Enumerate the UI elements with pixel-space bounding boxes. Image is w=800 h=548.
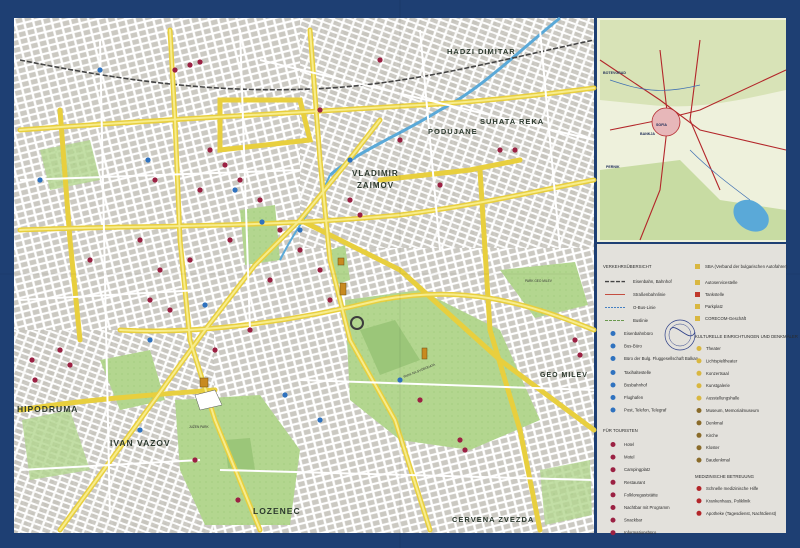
- legend-blue-dot-icon: [610, 370, 616, 375]
- legend-red-dot-icon: [610, 492, 616, 498]
- legend-service-icon: [695, 292, 700, 297]
- park-geo-milev-label: PARK GEO MILEV: [525, 279, 553, 283]
- legend-heading-culture: KULTURELLE EINRICHTUNGEN UND DENKMÄLER: [695, 334, 798, 339]
- district-ivan-vazov: IVAN VAZOV: [110, 438, 171, 448]
- inset-label-botevgrad: BOTEVGRAD: [603, 71, 626, 75]
- legend-blue-dot-icon: [610, 356, 616, 361]
- legend-culture-icon: [696, 346, 702, 351]
- legend-heading-traffic: VERKEHRSÜBERSICHT: [603, 264, 652, 269]
- legend-heading-tourist: FÜR TOURISTEN: [603, 428, 638, 433]
- inset-label-bankja: BANKJA: [640, 132, 655, 136]
- legend-item-traffic: Post, Telefon, Telegraf: [624, 408, 667, 413]
- legend-item-culture: Denkmal: [706, 420, 723, 425]
- legend-culture-icon: [696, 358, 702, 364]
- legend-service-icon: [695, 264, 700, 269]
- legend-item-tourist: Nachtbar mit Programm: [624, 505, 670, 510]
- legend-red-dot-icon: [610, 517, 616, 523]
- legend-item-traffic: Bus-Büro: [624, 344, 643, 349]
- legend-service-icon: [695, 316, 700, 321]
- city-map: HADZI DIMITAR PODUJANE SUHATA REKA VLADI…: [14, 16, 597, 533]
- legend-item-service: SBA (Verband der bulgarischen Autofahrer…: [705, 264, 788, 269]
- legend-medical-icon: [696, 486, 702, 491]
- district-hipodruma: HIPODRUMA: [17, 404, 78, 414]
- legend-item-medical: Krankenhaus, Poliklinik: [706, 498, 751, 503]
- legend-item-traffic: Buslinie: [633, 318, 649, 323]
- legend-item-traffic: Eisenbahn, Bahnhof: [633, 279, 673, 284]
- district-geo-milev: GEO MILEV: [540, 372, 588, 379]
- district-podujane: PODUJANE: [428, 127, 478, 136]
- legend-red-dot-icon: [610, 454, 616, 460]
- legend-blue-dot-icon: [610, 343, 616, 349]
- legend-service-icon: [695, 280, 700, 285]
- legend-item-tourist: Informationsbüro: [624, 530, 657, 535]
- juzen-park-label: JUŽEN PARK: [189, 424, 209, 429]
- legend-culture-icon: [696, 383, 702, 389]
- district-lozenec: LOZENEC: [253, 506, 301, 516]
- legend-item-tourist: Snackbar: [624, 518, 643, 523]
- legend-culture-icon: [696, 408, 702, 413]
- legend-item-traffic: Eisenbahnbüro: [624, 331, 654, 336]
- legend-item-service: Parkplatz: [705, 304, 723, 309]
- legend-item-tourist: Hotel: [624, 442, 634, 447]
- legend-heading-medical: MEDIZINISCHE BETREUUNG: [695, 474, 755, 479]
- legend-item-culture: Museum, Memorialmuseum: [706, 408, 759, 413]
- legend-item-medical: Schnelle medizinische Hilfe: [706, 486, 759, 491]
- regional-inset-map: SOFIA BOTEVGRAD BANKJA PERNIK: [597, 18, 787, 242]
- legend-service-icon: [695, 304, 700, 309]
- legend-red-dot-icon: [610, 442, 616, 447]
- legend-item-traffic: Büro der Bulg. Fluggesellschaft Balkan: [624, 356, 699, 361]
- legend-blue-dot-icon: [610, 382, 616, 388]
- map-sheet: HADZI DIMITAR PODUJANE SUHATA REKA VLADI…: [0, 0, 800, 548]
- legend-blue-dot-icon: [610, 395, 616, 400]
- legend-item-tourist: Campingplatz: [624, 467, 650, 472]
- legend-panel: VERKEHRSÜBERSICHT Eisenbahn, Bahnhof Straß…: [597, 244, 798, 536]
- inset-label-sofia: SOFIA: [656, 123, 667, 127]
- legend-item-culture: Kloster: [706, 445, 720, 450]
- district-cervena-zvezda: CERVENA ZVEZDA: [452, 515, 534, 524]
- legend-item-service: CORECOM-Geschäft: [705, 316, 747, 321]
- legend-item-traffic: Flughafen: [624, 395, 644, 400]
- legend-item-culture: Kunstgalerie: [706, 383, 730, 388]
- legend-item-medical: Apotheke (Tagesdienst, Nachtdienst): [706, 511, 777, 516]
- legend-item-traffic: O-Bus-Linie: [633, 305, 656, 310]
- legend-red-dot-icon: [610, 467, 616, 473]
- legend-blue-dot-icon: [610, 331, 616, 336]
- legend-item-culture: Konzertsaal: [706, 371, 729, 376]
- legend-item-tourist: Restaurant: [624, 480, 646, 485]
- district-vladimir: VLADIMIR: [352, 169, 399, 178]
- legend-red-dot-icon: [610, 530, 616, 536]
- district-hadzi-dimitar: HADZI DIMITAR: [447, 47, 516, 56]
- inset-label-pernik: PERNIK: [606, 165, 620, 169]
- legend-item-traffic: Busbahnhof: [624, 383, 648, 388]
- legend-medical-icon: [696, 510, 702, 516]
- legend-culture-icon: [696, 420, 702, 426]
- legend-culture-icon: [696, 457, 702, 463]
- legend-medical-icon: [696, 498, 702, 504]
- legend-red-dot-icon: [610, 505, 616, 510]
- legend-culture-icon: [696, 445, 702, 451]
- legend-culture-icon: [696, 432, 702, 438]
- legend-item-tourist: Motel: [624, 455, 635, 460]
- district-zaimov: ZAIMOV: [357, 181, 394, 190]
- district-suhata-reka: SUHATA REKA: [480, 117, 544, 126]
- legend-item-culture: Ausstellungshalle: [706, 396, 740, 401]
- legend-blue-dot-icon: [610, 407, 616, 413]
- legend-item-culture: Theater: [706, 346, 721, 351]
- legend-item-traffic: Straßenbahnlinie: [633, 292, 666, 297]
- legend-item-tourist: Folkloregaststätte: [624, 492, 659, 497]
- legend-culture-icon: [696, 395, 702, 401]
- legend-culture-icon: [696, 370, 702, 376]
- legend-red-dot-icon: [610, 479, 616, 485]
- legend-item-culture: Baudenkmal: [706, 458, 730, 463]
- legend-item-culture: Kirche: [706, 433, 719, 438]
- legend-item-culture: Lichtspieltheater: [706, 358, 738, 363]
- legend-item-service: Tankstelle: [705, 292, 725, 297]
- legend-item-traffic: Taxihaltestelle: [624, 370, 652, 375]
- legend-item-service: Autoservicestelle: [705, 280, 738, 285]
